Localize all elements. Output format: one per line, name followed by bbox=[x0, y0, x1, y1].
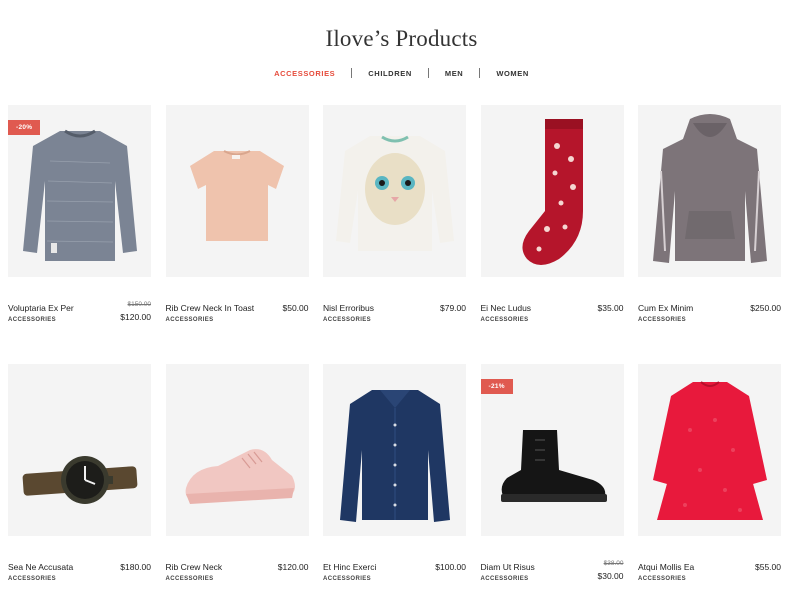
discount-badge: -20% bbox=[8, 120, 41, 135]
product-card[interactable]: Atqui Mollis Ea ACCESSORIES $55.00 bbox=[638, 364, 781, 597]
category-tabs: ACCESSORIES CHILDREN MEN WOMEN bbox=[0, 68, 803, 78]
product-card[interactable]: Cum Ex Minim ACCESSORIES $250.00 bbox=[638, 105, 781, 364]
dress-icon bbox=[652, 381, 767, 520]
boot-icon bbox=[501, 430, 607, 502]
product-price: $55.00 bbox=[755, 562, 781, 572]
product-grid: -20% Voluptaria Ex Per ACCESSORIES $150.… bbox=[8, 105, 798, 597]
tab-women[interactable]: WOMEN bbox=[480, 69, 545, 78]
product-image[interactable] bbox=[323, 364, 466, 536]
sneaker-icon bbox=[185, 449, 295, 504]
product-category[interactable]: ACCESSORIES bbox=[166, 576, 214, 582]
product-image[interactable]: -21% bbox=[480, 364, 624, 536]
product-name[interactable]: Cum Ex Minim bbox=[638, 303, 693, 313]
product-name[interactable]: Rib Crew Neck bbox=[166, 562, 223, 572]
product-name[interactable]: Rib Crew Neck In Toast bbox=[166, 303, 255, 313]
product-card[interactable]: -21% Diam Ut Risus ACCESSORIES $38.00 $3… bbox=[480, 364, 624, 597]
product-image[interactable] bbox=[165, 364, 309, 536]
product-card[interactable]: -20% Voluptaria Ex Per ACCESSORIES $150.… bbox=[8, 105, 151, 364]
product-card[interactable]: Nisl Erroribus ACCESSORIES $79.00 bbox=[323, 105, 466, 364]
discount-badge: -21% bbox=[480, 379, 513, 394]
product-card[interactable]: Sea Ne Accusata ACCESSORIES $180.00 bbox=[8, 364, 151, 597]
watch-icon bbox=[22, 456, 137, 504]
product-image[interactable] bbox=[638, 105, 781, 277]
product-name[interactable]: Voluptaria Ex Per bbox=[8, 303, 74, 313]
tab-accessories[interactable]: ACCESSORIES bbox=[258, 69, 351, 78]
product-category[interactable]: ACCESSORIES bbox=[481, 317, 529, 323]
product-image[interactable] bbox=[165, 105, 309, 277]
product-category[interactable]: ACCESSORIES bbox=[323, 317, 371, 323]
product-old-price: $150.00 bbox=[127, 301, 152, 308]
product-name[interactable]: Et Hinc Exerci bbox=[323, 562, 376, 572]
tab-children[interactable]: CHILDREN bbox=[352, 69, 428, 78]
product-name[interactable]: Sea Ne Accusata bbox=[8, 562, 73, 572]
product-image[interactable] bbox=[8, 364, 151, 536]
product-category[interactable]: ACCESSORIES bbox=[638, 317, 686, 323]
product-price: $50.00 bbox=[282, 303, 309, 313]
product-category[interactable]: ACCESSORIES bbox=[323, 576, 371, 582]
product-image[interactable] bbox=[480, 105, 624, 277]
product-category[interactable]: ACCESSORIES bbox=[638, 576, 686, 582]
product-price: $120.00 bbox=[120, 312, 151, 322]
product-category[interactable]: ACCESSORIES bbox=[8, 576, 56, 582]
product-price: $180.00 bbox=[120, 562, 151, 572]
product-price: $79.00 bbox=[440, 303, 466, 313]
sweatshirt-icon bbox=[335, 135, 454, 251]
product-price: $30.00 bbox=[597, 571, 624, 581]
product-card[interactable]: Rib Crew Neck In Toast ACCESSORIES $50.0… bbox=[165, 105, 309, 364]
product-image[interactable]: -20% bbox=[8, 105, 151, 277]
page-title: Ilove’s Products bbox=[325, 26, 478, 51]
product-card[interactable]: Et Hinc Exerci ACCESSORIES $100.00 bbox=[323, 364, 466, 597]
product-name[interactable]: Nisl Erroribus bbox=[323, 303, 374, 313]
product-image[interactable] bbox=[638, 364, 781, 536]
product-card[interactable]: Rib Crew Neck ACCESSORIES $120.00 bbox=[165, 364, 309, 597]
product-old-price: $38.00 bbox=[603, 560, 624, 567]
tab-men[interactable]: MEN bbox=[429, 69, 479, 78]
product-price: $35.00 bbox=[597, 303, 624, 313]
product-category[interactable]: ACCESSORIES bbox=[8, 317, 56, 323]
product-price: $250.00 bbox=[750, 303, 781, 313]
product-price: $100.00 bbox=[435, 562, 466, 572]
product-image[interactable] bbox=[323, 105, 466, 277]
sock-icon bbox=[522, 119, 583, 265]
product-name[interactable]: Ei Nec Ludus bbox=[481, 303, 532, 313]
product-category[interactable]: ACCESSORIES bbox=[166, 317, 214, 323]
product-category[interactable]: ACCESSORIES bbox=[481, 576, 529, 582]
sweater-icon bbox=[22, 129, 137, 261]
product-name[interactable]: Atqui Mollis Ea bbox=[638, 562, 694, 572]
shirt-icon bbox=[339, 390, 450, 522]
product-name[interactable]: Diam Ut Risus bbox=[481, 562, 535, 572]
product-card[interactable]: Ei Nec Ludus ACCESSORIES $35.00 bbox=[480, 105, 624, 364]
tshirt-icon bbox=[190, 150, 284, 241]
product-price: $120.00 bbox=[277, 562, 309, 572]
hoodie-icon bbox=[652, 114, 767, 263]
